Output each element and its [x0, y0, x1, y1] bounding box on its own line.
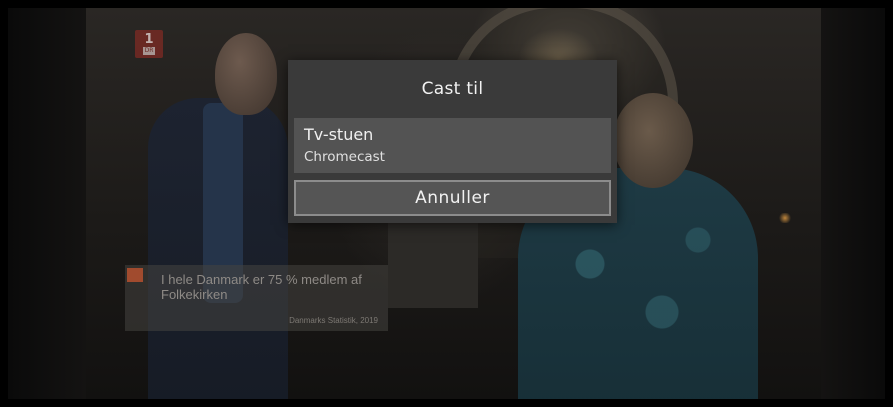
fact-overlay: I hele Danmark er 75 % medlem af Folkeki…	[125, 265, 388, 331]
woman-head	[613, 93, 693, 188]
device-name: Tv-stuen	[304, 125, 374, 144]
channel-number: 1	[144, 32, 154, 47]
man-head	[215, 33, 277, 115]
cast-dialog: Cast til Tv-stuen Chromecast Annuller	[288, 60, 617, 223]
cancel-button[interactable]: Annuller	[294, 180, 611, 216]
video-shadow-right	[821, 8, 885, 399]
device-type: Chromecast	[304, 149, 385, 165]
fact-marker-icon	[127, 268, 143, 282]
dialog-title: Cast til	[421, 79, 484, 99]
fact-source: Danmarks Statistik, 2019	[289, 316, 378, 325]
channel-brand: DR	[142, 47, 156, 55]
channel-logo: 1 DR	[135, 30, 163, 58]
app-screen: 1 DR I hele Danmark er 75 % medlem af Fo…	[0, 0, 893, 407]
candle-light	[778, 213, 792, 223]
cast-device-item[interactable]: Tv-stuen Chromecast	[294, 118, 611, 173]
fact-text: I hele Danmark er 75 % medlem af Folkeki…	[161, 272, 362, 302]
video-shadow-left	[8, 8, 86, 399]
